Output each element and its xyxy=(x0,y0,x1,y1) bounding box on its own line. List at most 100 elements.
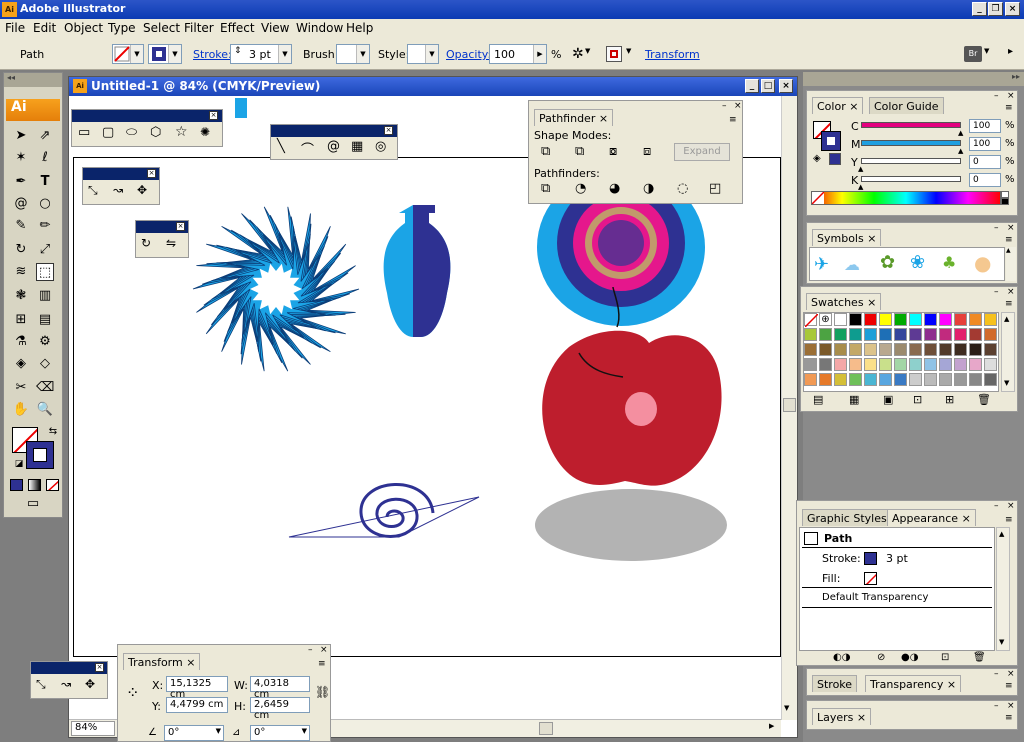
reflect-tool-icon[interactable]: ⇋ xyxy=(166,236,176,250)
symbols-scrollbar[interactable]: ▲ xyxy=(1006,247,1016,281)
rotate-tool-icon[interactable]: ↻ xyxy=(12,241,30,259)
white-swatch[interactable] xyxy=(1001,191,1009,198)
color-swatch[interactable] xyxy=(849,373,862,386)
panel-collapse-icon[interactable]: – xyxy=(994,223,999,233)
zoom-field[interactable]: 84% xyxy=(71,721,115,736)
color-swatch[interactable] xyxy=(879,373,892,386)
bird-symbol-icon[interactable]: ✈ xyxy=(814,254,829,275)
registration-swatch[interactable]: ⊕ xyxy=(819,313,832,326)
direct-selection-tool-icon[interactable]: ⇗ xyxy=(36,127,54,145)
type-tool-icon[interactable]: T xyxy=(36,173,54,191)
fill-color-dropdown[interactable]: ▼ xyxy=(112,44,144,64)
scale-tool-icon[interactable]: ⤡ xyxy=(36,677,46,692)
flare-tool-icon[interactable]: ✺ xyxy=(200,125,210,139)
pen-tool-icon[interactable]: ✒ xyxy=(12,173,30,191)
rotate-tool-icon[interactable]: ↻ xyxy=(141,236,151,250)
close-icon[interactable]: × xyxy=(947,678,956,691)
panel-menu-icon[interactable]: ≡ xyxy=(1005,713,1013,723)
show-swatch-kinds-icon[interactable]: ▦ xyxy=(849,393,859,406)
plant-symbol-icon[interactable]: ✿ xyxy=(880,252,895,273)
channel-slider[interactable]: ▲ xyxy=(858,158,961,173)
rotate-field[interactable]: 0° ▼ xyxy=(164,725,224,741)
tab-transform[interactable]: Transform × xyxy=(123,653,201,670)
chevron-down-icon[interactable]: ▼ xyxy=(626,47,631,55)
paintbrush-tool-icon[interactable]: ✎ xyxy=(12,217,30,235)
screen-mode-icon[interactable]: ▭ xyxy=(24,495,42,513)
color-swatch[interactable] xyxy=(939,373,952,386)
color-swatch[interactable] xyxy=(864,343,877,356)
color-swatch[interactable] xyxy=(879,313,892,326)
transform-link[interactable]: Transform xyxy=(645,48,700,61)
color-swatch[interactable] xyxy=(849,313,862,326)
flower-symbol-icon[interactable]: ❀ xyxy=(910,252,925,273)
color-swatch[interactable] xyxy=(879,328,892,341)
close-icon[interactable]: × xyxy=(857,711,866,724)
close-icon[interactable]: × xyxy=(1007,287,1015,297)
color-swatch[interactable] xyxy=(939,358,952,371)
close-icon[interactable]: × xyxy=(867,232,876,245)
reshape-tool-icon[interactable]: ↝ xyxy=(61,677,71,691)
appearance-fill-row[interactable]: Fill: xyxy=(802,570,992,588)
color-mode-icon[interactable] xyxy=(10,479,23,491)
color-swatch[interactable] xyxy=(954,313,967,326)
line-tool-icon[interactable]: ╲ xyxy=(277,139,285,154)
color-swatch[interactable] xyxy=(924,328,937,341)
close-icon[interactable]: × xyxy=(176,222,185,231)
panel-menu-icon[interactable]: ≡ xyxy=(1005,235,1013,245)
rounded-rectangle-tool-icon[interactable]: ▢ xyxy=(102,125,114,140)
channel-slider[interactable]: ▲ xyxy=(861,122,963,137)
merge-icon[interactable]: ◕ xyxy=(609,181,620,196)
y-field[interactable]: 4,4799 cm xyxy=(166,697,228,713)
reference-point-icon[interactable]: ⁘ xyxy=(126,683,139,702)
color-swatch[interactable] xyxy=(969,343,982,356)
color-swatch[interactable] xyxy=(969,358,982,371)
menu-object[interactable]: Object xyxy=(64,21,103,35)
close-icon[interactable]: × xyxy=(1007,669,1015,679)
menu-filter[interactable]: Filter xyxy=(184,21,214,35)
color-swatch[interactable] xyxy=(984,343,997,356)
color-swatch[interactable] xyxy=(849,358,862,371)
free-transform-tool-icon[interactable]: ✥ xyxy=(137,183,147,197)
close-icon[interactable]: × xyxy=(867,296,876,309)
color-swatch[interactable] xyxy=(804,328,817,341)
spiral-tool-icon[interactable]: @ xyxy=(12,195,30,213)
color-swatch[interactable] xyxy=(909,313,922,326)
panel-menu-icon[interactable]: ≡ xyxy=(1005,299,1013,309)
new-swatch-icon[interactable]: ⊞ xyxy=(945,393,954,406)
gradient-mode-icon[interactable] xyxy=(28,479,41,491)
none-mode-icon[interactable] xyxy=(46,479,59,491)
color-swatch[interactable] xyxy=(819,328,832,341)
close-icon[interactable]: × xyxy=(1007,91,1015,101)
live-paint-selection-icon[interactable]: ◇ xyxy=(36,355,54,373)
shear-field[interactable]: 0° ▼ xyxy=(250,725,310,741)
symbol-sprayer-tool-icon[interactable]: ❃ xyxy=(12,287,30,305)
stroke-link[interactable]: Stroke: xyxy=(193,48,232,61)
swatch-options-icon[interactable]: ▣ xyxy=(883,393,893,406)
recolor-icon[interactable]: ✲ xyxy=(572,46,584,62)
small-blue-rect[interactable] xyxy=(235,98,247,118)
panel-collapse-icon[interactable]: – xyxy=(994,669,999,679)
rectangle-tool-icon[interactable]: ▭ xyxy=(78,125,90,140)
close-icon[interactable]: × xyxy=(599,112,608,125)
tab-swatches[interactable]: Swatches × xyxy=(806,293,882,310)
color-swatch[interactable] xyxy=(819,373,832,386)
close-icon[interactable]: × xyxy=(734,101,742,111)
tab-color-guide[interactable]: Color Guide xyxy=(869,97,944,114)
close-icon[interactable]: × xyxy=(186,656,195,669)
stroke-swatch[interactable] xyxy=(26,441,54,469)
color-swatch[interactable] xyxy=(924,358,937,371)
close-icon[interactable]: × xyxy=(320,645,328,655)
panel-collapse-icon[interactable]: – xyxy=(994,701,999,711)
reduce-basic-icon[interactable]: ●◑ xyxy=(901,652,918,663)
channel-value-field[interactable]: 100 xyxy=(969,119,1001,133)
magic-wand-tool-icon[interactable]: ✶ xyxy=(12,149,30,167)
color-spectrum[interactable] xyxy=(811,191,1001,205)
color-swatch[interactable] xyxy=(804,343,817,356)
clear-appearance-icon[interactable]: ⊘ xyxy=(877,652,885,663)
arc-tool-icon[interactable]: ⌒ xyxy=(301,139,314,158)
tab-layers[interactable]: Layers × xyxy=(812,708,872,725)
eyedropper-tool-icon[interactable]: ⚗ xyxy=(12,333,30,351)
swatch-libraries-icon[interactable]: ▤ xyxy=(813,393,823,406)
channel-slider[interactable]: ▲ xyxy=(858,176,961,191)
control-menu-icon[interactable]: ▸ xyxy=(1008,46,1013,57)
